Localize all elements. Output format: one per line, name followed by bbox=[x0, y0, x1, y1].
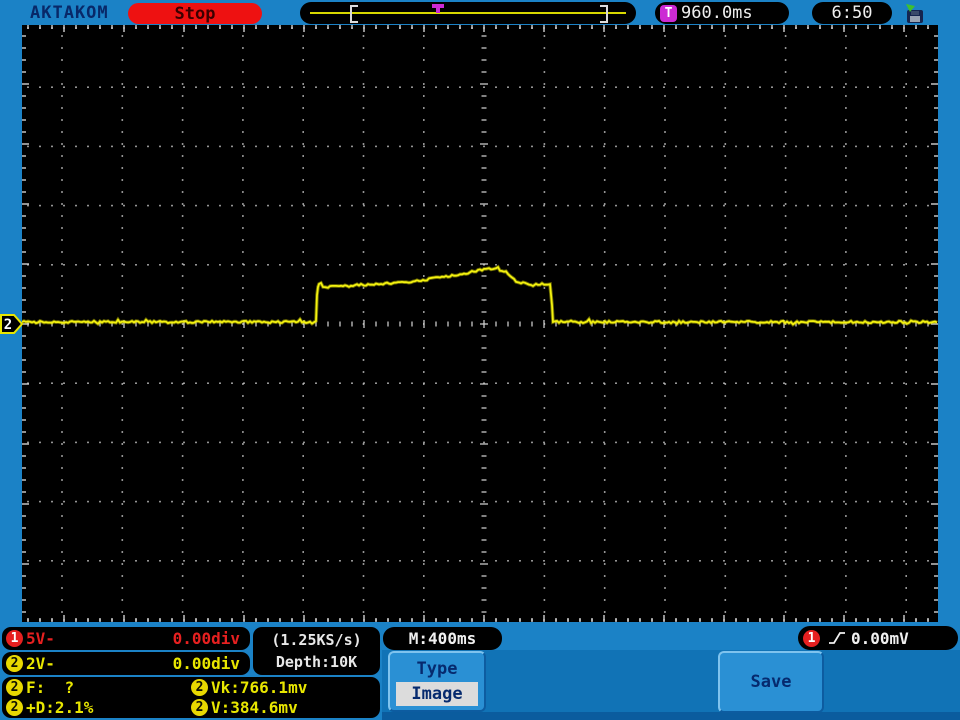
sample-rate: (1.25KS/s) bbox=[271, 631, 362, 649]
channel2-scale: 2V- bbox=[26, 654, 55, 673]
channel2-badge: 2 bbox=[191, 698, 208, 716]
channel2-position: 0.00div bbox=[172, 654, 240, 673]
measurement-duty-value: +D:2.1% bbox=[26, 697, 94, 717]
measurement-v: 2 V:384.6mv bbox=[191, 698, 376, 717]
channel2-status-row: 2 2V- 0.00div bbox=[2, 652, 250, 675]
trigger-position-bar bbox=[300, 2, 636, 24]
trigger-offset-value: 960.0ms bbox=[681, 3, 753, 23]
channel1-scale: 5V- bbox=[26, 629, 55, 648]
rising-edge-icon bbox=[829, 632, 845, 644]
channel2-badge: 2 bbox=[6, 698, 23, 716]
window-right-bracket-icon bbox=[600, 5, 608, 23]
channel2-badge: 2 bbox=[6, 655, 23, 672]
trigger-source-badge: 1 bbox=[803, 629, 820, 647]
channel1-badge: 1 bbox=[6, 630, 23, 647]
measurement-v-value: V:384.6mv bbox=[211, 697, 298, 717]
measurement-duty: 2 +D:2.1% bbox=[6, 698, 191, 717]
measurement-frequency: 2 F: ? bbox=[6, 678, 191, 697]
menu-bottom-strip bbox=[382, 712, 960, 720]
channel2-badge: 2 bbox=[191, 679, 208, 697]
trigger-offset-badge: T 960.0ms bbox=[655, 2, 789, 24]
trigger-t-icon: T bbox=[660, 4, 677, 22]
save-button[interactable]: Save bbox=[718, 651, 824, 713]
channel2-badge: 2 bbox=[6, 679, 23, 697]
trigger-status-badge: 1 0.00mV bbox=[798, 626, 958, 650]
graticule-and-trace bbox=[21, 25, 938, 622]
trigger-level-value: 0.00mV bbox=[851, 628, 909, 648]
trigger-marker-icon bbox=[432, 4, 444, 13]
save-button-label: Save bbox=[750, 672, 792, 692]
window-left-bracket-icon bbox=[350, 5, 358, 23]
type-menu-softkey[interactable]: Type Image bbox=[388, 651, 486, 712]
acquisition-info-box: (1.25KS/s) Depth:10K bbox=[253, 627, 380, 675]
measurement-frequency-value: F: ? bbox=[26, 678, 75, 698]
run-state-badge[interactable]: Stop bbox=[128, 3, 262, 24]
type-menu-selected-value[interactable]: Image bbox=[396, 682, 478, 706]
clock: 6:50 bbox=[812, 2, 892, 24]
channel2-ground-marker[interactable]: 2 bbox=[0, 313, 24, 335]
usb-storage-icon bbox=[906, 4, 923, 23]
memory-depth: Depth:10K bbox=[275, 653, 358, 671]
type-menu-label: Type bbox=[416, 659, 458, 679]
brand-logo: AKTAKOM bbox=[30, 3, 109, 23]
svg-text:2: 2 bbox=[4, 317, 12, 333]
measurement-vk: 2 Vk:766.1mv bbox=[191, 678, 376, 697]
scope-display bbox=[21, 25, 938, 622]
measurements-box: 2 F: ? 2 Vk:766.1mv 2 +D:2.1% 2 V:384.6m… bbox=[2, 677, 380, 718]
timebase-badge: M:400ms bbox=[383, 627, 502, 650]
measurement-vk-value: Vk:766.1mv bbox=[211, 678, 308, 698]
channel1-position: 0.00div bbox=[172, 629, 240, 648]
channel1-status-row: 1 5V- 0.00div bbox=[2, 627, 250, 650]
